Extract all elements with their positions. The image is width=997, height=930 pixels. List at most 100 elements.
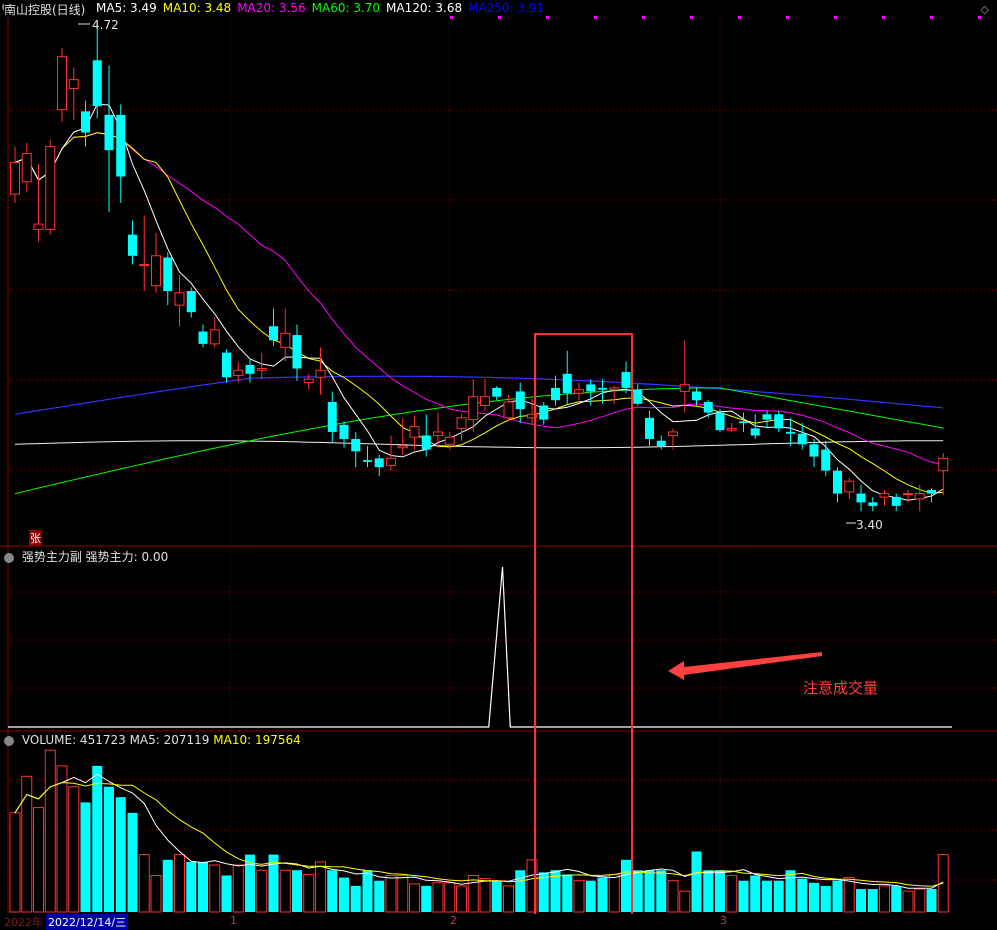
volume-bar-down — [632, 870, 643, 912]
volume-bar-down — [198, 861, 208, 912]
candle-body-up — [21, 153, 32, 183]
candle-body-down — [104, 114, 114, 151]
volume-bar-up — [444, 882, 456, 913]
volume-bar-up — [914, 888, 926, 913]
candle-body-down — [222, 352, 231, 378]
candle-body-up — [280, 332, 291, 348]
candle-body-up — [303, 378, 314, 384]
ma-legend-item: MA250: 3.91 — [468, 1, 545, 15]
volume-ma10-line — [14, 782, 944, 887]
candle-body-down — [774, 414, 784, 429]
candle-body-down — [786, 431, 795, 434]
ma20-line — [14, 132, 944, 466]
volume-bar-up — [209, 864, 221, 913]
volume-bar-down — [926, 889, 937, 912]
volume-bar-up — [68, 786, 80, 913]
ma-legend-item: MA20: 3.56 — [237, 1, 306, 15]
candle-body-up — [879, 493, 890, 498]
volume-label: VOLUME: 451723 — [21, 733, 126, 747]
volume-bar-down — [597, 877, 608, 912]
candle-body-down — [492, 387, 502, 397]
volume-bar-up — [573, 880, 585, 913]
candle-body-down — [421, 435, 431, 450]
candle-body-down — [351, 438, 361, 452]
volume-bar-down — [339, 877, 349, 912]
volume-bar-down — [104, 786, 114, 912]
settings-diamond-icon[interactable]: ◇ — [981, 3, 989, 16]
month-tick-3: 3 — [720, 914, 727, 927]
candle-body-up — [10, 161, 20, 195]
volume-bar-up — [174, 854, 185, 913]
candle-body-down — [797, 433, 807, 445]
volume-header: VOLUME: 451723 MA5: 207119 MA10: 197564 — [4, 733, 301, 747]
candle-body-down — [339, 424, 349, 439]
volume-bar-down — [773, 880, 784, 912]
volume-bar-up — [256, 869, 268, 913]
volume-bar-down — [750, 875, 761, 912]
indicator-collapse-icon[interactable] — [4, 552, 14, 563]
volume-bar-up — [467, 874, 479, 913]
volume-bar-up — [385, 874, 397, 913]
candle-body-up — [45, 146, 56, 230]
volume-collapse-icon[interactable] — [4, 735, 14, 746]
volume-bar-up — [843, 877, 855, 913]
annotation-text: 注意成交量 — [803, 679, 879, 697]
volume-bar-up — [397, 874, 409, 913]
volume-bar-down — [585, 880, 596, 912]
candle-body-down — [656, 440, 666, 447]
volume-bar-down — [127, 812, 138, 912]
candle-body-up — [233, 369, 244, 377]
candle-body-down — [645, 417, 654, 439]
candle-body-down — [292, 335, 302, 369]
volume-bar-up — [33, 807, 44, 913]
candle-body-down — [715, 412, 725, 431]
chart-header: 南山控股(日线) MA5: 3.49 MA10: 3.48 MA20: 3.56 MA… — [0, 0, 997, 18]
candle-body-down — [128, 234, 137, 256]
volume-bar-down — [856, 889, 866, 912]
candle-body-down — [363, 460, 372, 462]
volume-bar-up — [503, 885, 514, 913]
candle-body-down — [562, 373, 572, 394]
candle-body-up — [444, 436, 455, 445]
candle-body-down — [703, 401, 713, 413]
candle-body-up — [609, 387, 620, 391]
low-price-label: 3.40 — [856, 518, 883, 532]
volume-bar-down — [762, 880, 772, 912]
volume-bar-down — [656, 870, 667, 912]
volume-bar-up — [726, 874, 738, 913]
volume-bar-up — [409, 883, 420, 913]
volume-bar-down — [891, 885, 902, 912]
volume-bar-up — [56, 765, 68, 913]
volume-bar-down — [327, 870, 338, 912]
candle-body-down — [856, 493, 866, 503]
stock-title: 南山控股(日线) — [4, 1, 86, 18]
candle-body-down — [245, 364, 255, 374]
candle-body-up — [409, 426, 420, 438]
candle-body-down — [868, 502, 878, 506]
candle-body-down — [833, 470, 842, 494]
candle-body-down — [116, 114, 126, 177]
ma-legend-item: MA10: 3.48 — [162, 1, 232, 15]
volume-bar-up — [679, 890, 691, 913]
volume-bar-down — [820, 885, 831, 912]
volume-bar-up — [9, 812, 21, 913]
volume-bar-up — [432, 882, 444, 913]
volume-bar-down — [809, 882, 819, 912]
ma250-line — [14, 375, 944, 415]
candle-body-up — [844, 480, 855, 493]
volume-bar-down — [738, 880, 749, 912]
candle-body-up — [726, 427, 737, 431]
candle-body-up — [68, 79, 79, 89]
volume-bar-down — [362, 870, 373, 912]
volume-bar-down — [80, 802, 91, 912]
volume-bar-up — [303, 873, 315, 913]
volume-bar-down — [421, 885, 432, 912]
candle-body-down — [269, 326, 278, 341]
volume-bar-down — [621, 859, 631, 912]
volume-bar-up — [667, 880, 679, 913]
stock-chart — [0, 0, 997, 920]
volume-bar-down — [221, 875, 232, 912]
candle-body-down — [92, 60, 102, 107]
candle-body-up — [903, 493, 913, 496]
volume-bar-down — [491, 880, 502, 912]
